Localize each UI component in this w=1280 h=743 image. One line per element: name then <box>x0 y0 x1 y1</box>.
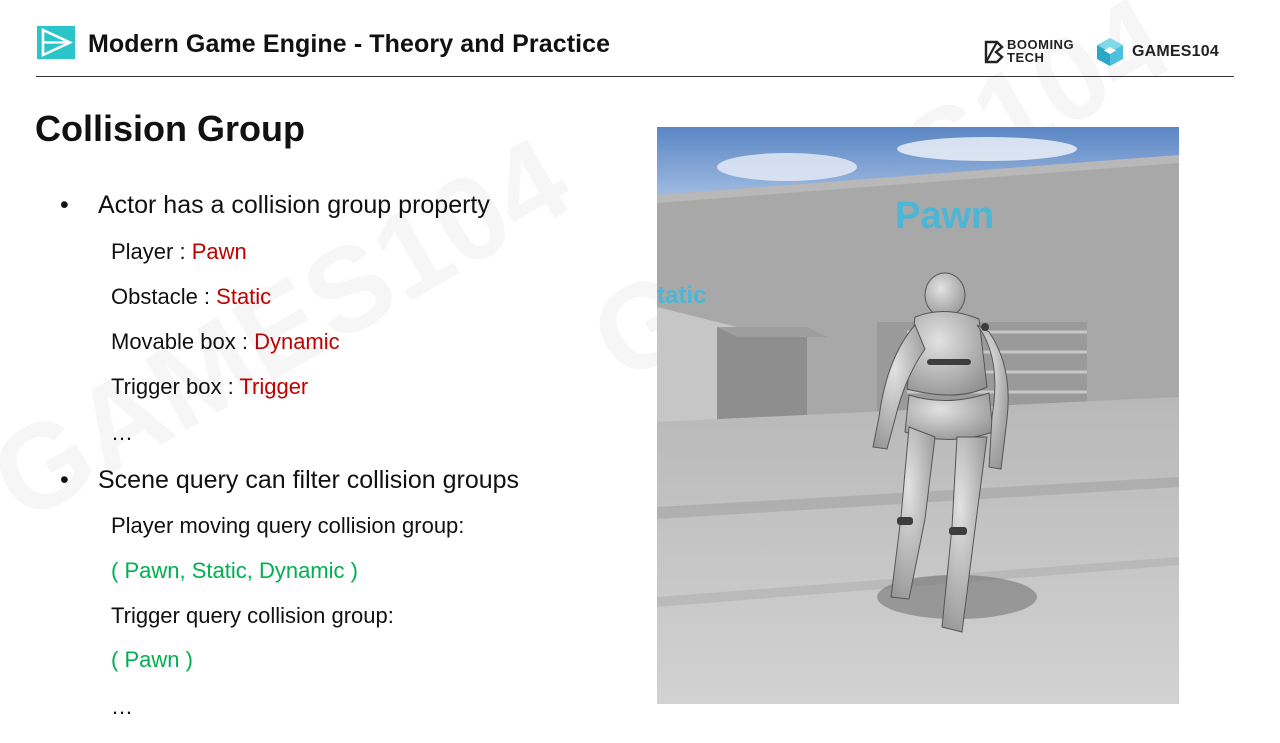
list-item: Movable box : Dynamic <box>111 329 340 355</box>
bullet-scene-query: • Scene query can filter collision groups <box>60 466 519 495</box>
slide-header: Modern Game Engine - Theory and Practice… <box>0 0 1280 78</box>
header-divider <box>36 76 1234 77</box>
bullet-text: Actor has a collision group property <box>98 191 490 219</box>
slide-title: Collision Group <box>35 108 305 149</box>
play-logo-icon <box>37 26 75 59</box>
list-item: Obstacle : Static <box>111 284 271 310</box>
item-value: Dynamic <box>254 329 340 354</box>
list-item: Player : Pawn <box>111 239 247 265</box>
pawn-wall-label: Pawn <box>895 195 994 237</box>
static-wall-label: tatic <box>657 282 706 309</box>
game-scene-image: Pawn tatic <box>657 127 1179 704</box>
ellipsis: … <box>111 694 133 719</box>
ellipsis: … <box>111 420 133 445</box>
bullet-dot: • <box>60 191 69 219</box>
course-title: Modern Game Engine - Theory and Practice <box>88 30 611 58</box>
games104-text: GAMES104 <box>1132 43 1219 60</box>
item-label: Obstacle : <box>111 284 217 309</box>
list-item: Player moving query collision group: <box>111 513 465 538</box>
item-label: Movable box : <box>111 329 255 354</box>
bullet-dot: • <box>60 466 69 494</box>
item-value: Pawn <box>191 239 247 264</box>
query-group: ( Pawn, Static, Dynamic ) <box>111 558 358 583</box>
item-value: Static <box>216 284 272 309</box>
cube-logo-icon <box>1097 38 1123 66</box>
query-group: ( Pawn ) <box>111 647 193 672</box>
list-item: Trigger query collision group: <box>111 603 394 628</box>
bullet-actor-group: • Actor has a collision group property <box>60 191 490 220</box>
tech-text: TECH <box>1007 50 1045 65</box>
list-item: Trigger box : Trigger <box>111 374 308 400</box>
item-label: Trigger box : <box>111 374 240 399</box>
item-label: Player : <box>111 239 192 264</box>
item-value: Trigger <box>239 374 309 399</box>
bullet-text: Scene query can filter collision groups <box>98 466 520 494</box>
booming-mark-icon <box>984 40 1004 64</box>
